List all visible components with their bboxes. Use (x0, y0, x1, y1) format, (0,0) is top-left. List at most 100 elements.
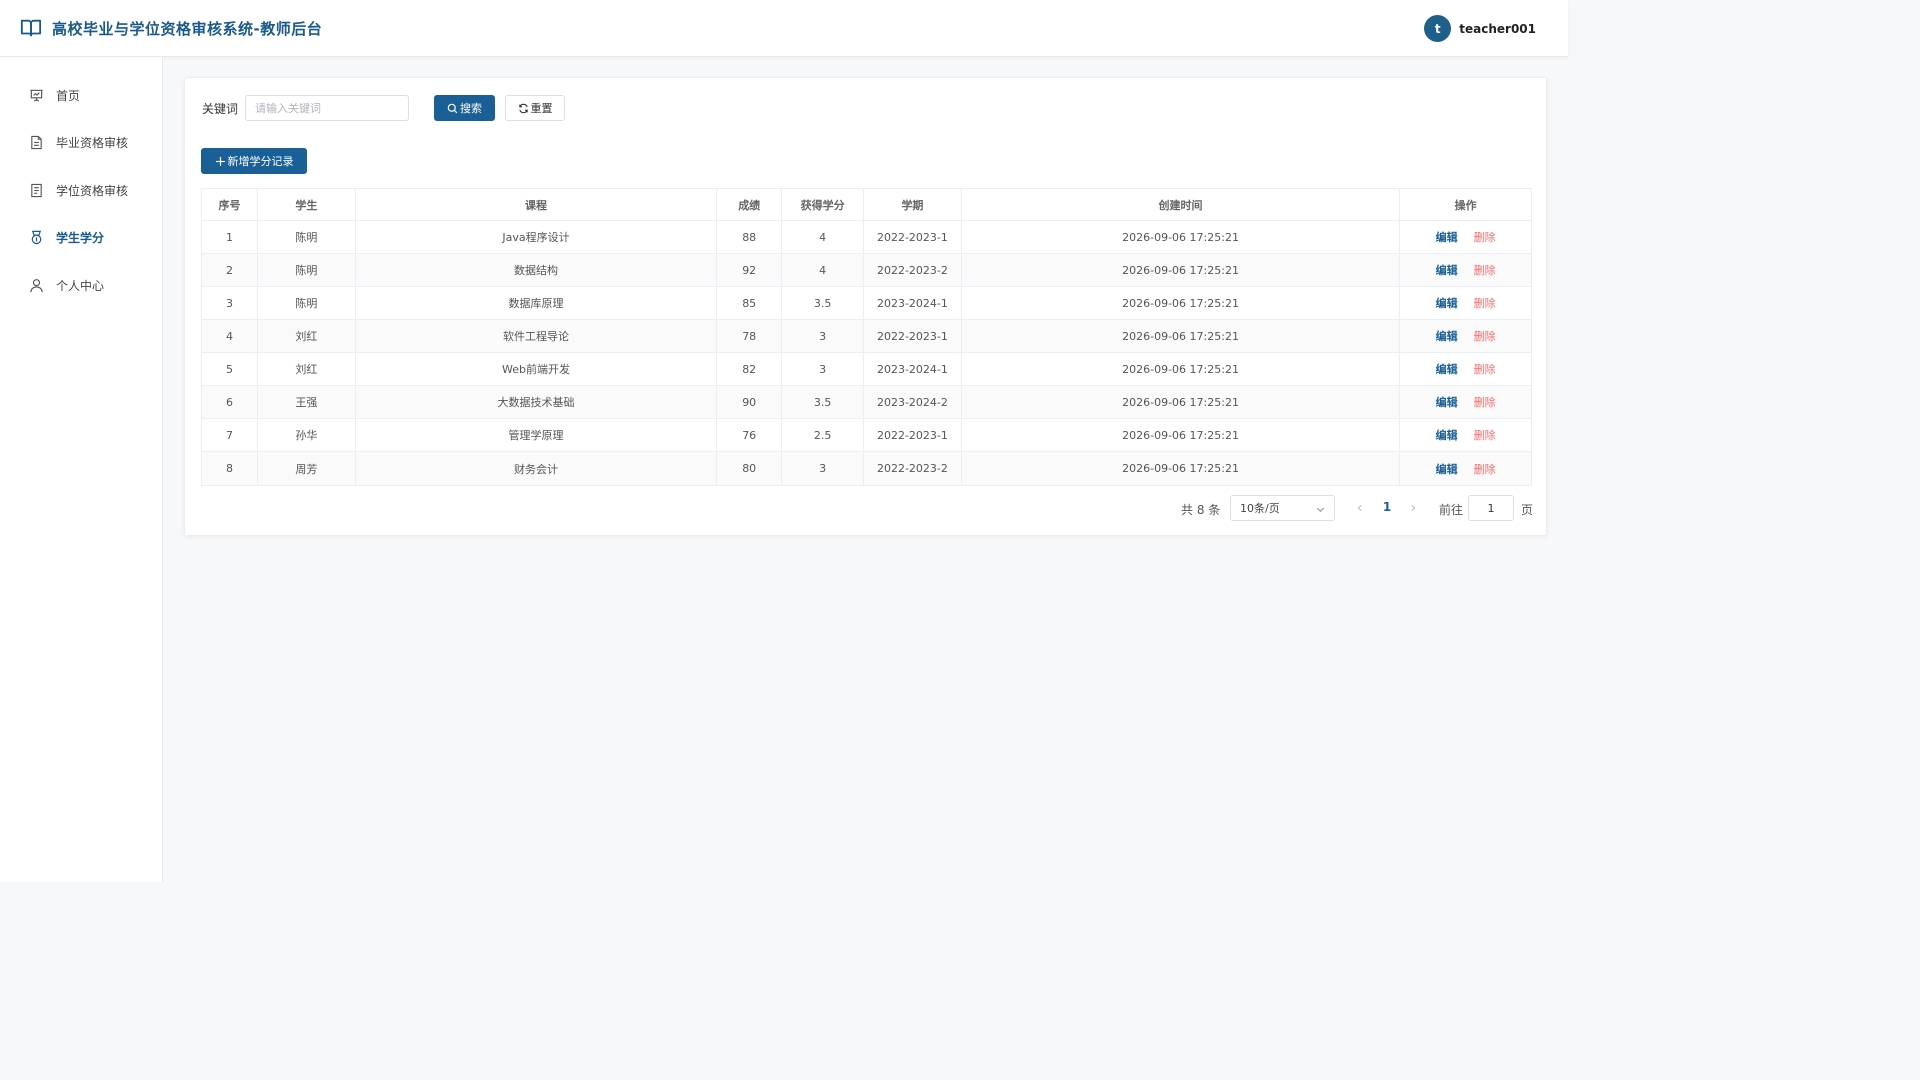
cell-score: 76 (717, 419, 783, 451)
medal-icon (31, 230, 42, 244)
delete-button[interactable]: 删除 (1474, 262, 1496, 278)
delete-button[interactable]: 删除 (1474, 361, 1496, 377)
edit-button[interactable]: 编辑 (1436, 461, 1458, 477)
delete-button[interactable]: 删除 (1474, 394, 1496, 410)
cell-score: 90 (717, 386, 783, 418)
cell-term: 2023-2024-2 (864, 386, 962, 418)
cell-no: 8 (202, 452, 258, 485)
goto-page-input[interactable] (1468, 495, 1514, 521)
edit-button[interactable]: 编辑 (1436, 394, 1458, 410)
delete-button[interactable]: 删除 (1474, 427, 1496, 443)
edit-button[interactable]: 编辑 (1436, 427, 1458, 443)
edit-button[interactable]: 编辑 (1436, 328, 1458, 344)
table-row: 8 周芳 财务会计 80 3 2022-2023-2 2026-09-06 17… (202, 452, 1531, 485)
user-menu[interactable]: t teacher001 (1424, 15, 1536, 42)
table-row: 1 陈明 Java程序设计 88 4 2022-2023-1 2026-09-0… (202, 221, 1531, 254)
username[interactable]: teacher001 (1459, 22, 1536, 36)
app-title: 高校毕业与学位资格审核系统-教师后台 (52, 19, 323, 38)
cell-term: 2023-2024-1 (864, 287, 962, 319)
add-button-label: 新增学分记录 (227, 155, 294, 168)
delete-button[interactable]: 删除 (1474, 295, 1496, 311)
keyword-input[interactable] (245, 95, 409, 121)
edit-button[interactable]: 编辑 (1436, 361, 1458, 377)
column-header: 获得学分 (782, 189, 865, 220)
search-icon (447, 103, 458, 113)
sidebar-item-graduation-review[interactable]: 毕业资格审核 (0, 120, 163, 164)
column-header: 创建时间 (962, 189, 1401, 220)
sidebar-item-label: 首页 (56, 88, 81, 103)
chevron-right-icon (1411, 504, 1416, 512)
delete-button[interactable]: 删除 (1474, 328, 1496, 344)
cell-credit: 3 (782, 353, 865, 385)
reset-button-label: 重置 (530, 102, 553, 115)
cell-term: 2023-2024-1 (864, 353, 962, 385)
cell-student: 陈明 (258, 287, 356, 319)
next-page-button[interactable] (1406, 500, 1420, 516)
chevron-down-icon (1316, 507, 1325, 513)
cell-course: 大数据技术基础 (356, 386, 718, 418)
cell-score: 92 (717, 254, 783, 286)
edit-button[interactable]: 编辑 (1436, 229, 1458, 245)
cell-no: 6 (202, 386, 258, 418)
cell-course: Java程序设计 (356, 221, 718, 253)
keyword-label: 关键词 (202, 102, 239, 116)
cell-actions: 编辑 删除 (1400, 221, 1531, 253)
document-list-icon (31, 183, 42, 197)
cell-actions: 编辑 删除 (1400, 254, 1531, 286)
cell-no: 5 (202, 353, 258, 385)
cell-course: 管理学原理 (356, 419, 718, 451)
cell-student: 王强 (258, 386, 356, 418)
cell-actions: 编辑 删除 (1400, 353, 1531, 385)
reset-button[interactable]: 重置 (505, 95, 565, 121)
delete-button[interactable]: 删除 (1474, 461, 1496, 477)
cell-term: 2022-2023-2 (864, 254, 962, 286)
book-icon (20, 19, 42, 37)
cell-created: 2026-09-06 17:25:21 (962, 353, 1401, 385)
cell-student: 陈明 (258, 254, 356, 286)
cell-student: 刘红 (258, 353, 356, 385)
plus-icon (215, 156, 225, 166)
avatar[interactable]: t (1424, 15, 1452, 42)
cell-credit: 3 (782, 452, 865, 485)
cell-student: 陈明 (258, 221, 356, 253)
edit-button[interactable]: 编辑 (1436, 262, 1458, 278)
sidebar-item-label: 学生学分 (56, 230, 105, 245)
table-row: 4 刘红 软件工程导论 78 3 2022-2023-1 2026-09-06 … (202, 320, 1531, 353)
table-row: 5 刘红 Web前端开发 82 3 2023-2024-1 2026-09-06… (202, 353, 1531, 386)
cell-term: 2022-2023-2 (864, 452, 962, 485)
cell-credit: 3.5 (782, 386, 865, 418)
cell-actions: 编辑 删除 (1400, 287, 1531, 319)
sidebar-item-profile[interactable]: 个人中心 (0, 263, 163, 307)
column-header: 成绩 (717, 189, 783, 220)
search-button-label: 搜索 (460, 102, 482, 115)
sidebar-item-degree-review[interactable]: 学位资格审核 (0, 168, 163, 212)
cell-term: 2022-2023-1 (864, 419, 962, 451)
column-header: 学生 (258, 189, 356, 220)
cell-actions: 编辑 删除 (1400, 386, 1531, 418)
cell-actions: 编辑 删除 (1400, 320, 1531, 352)
add-credit-record-button[interactable]: 新增学分记录 (201, 148, 307, 174)
cell-created: 2026-09-06 17:25:21 (962, 254, 1401, 286)
cell-student: 周芳 (258, 452, 356, 485)
cell-term: 2022-2023-1 (864, 221, 962, 253)
sidebar-item-student-credits[interactable]: 学生学分 (0, 215, 163, 259)
edit-button[interactable]: 编辑 (1436, 295, 1458, 311)
search-button[interactable]: 搜索 (434, 95, 495, 121)
column-header: 序号 (202, 189, 258, 220)
cell-actions: 编辑 删除 (1400, 419, 1531, 451)
prev-page-button[interactable] (1353, 500, 1367, 516)
content-card: 关键词 搜索 重置 新增学分记录 序号 学生 课程 成绩 获得学分 学期 创建时… (184, 77, 1547, 536)
cell-course: 数据结构 (356, 254, 718, 286)
cell-score: 80 (717, 452, 783, 485)
cell-no: 1 (202, 221, 258, 253)
page-size-select[interactable]: 10条/页 (1230, 495, 1335, 521)
column-header: 操作 (1454, 198, 1477, 212)
page-size-value: 10条/页 (1240, 502, 1280, 515)
column-header: 课程 (356, 189, 718, 220)
sidebar-item-home[interactable]: 首页 (0, 73, 163, 117)
page-number-1[interactable]: 1 (1380, 500, 1394, 514)
delete-button[interactable]: 删除 (1474, 229, 1496, 245)
cell-student: 刘红 (258, 320, 356, 352)
table-row: 7 孙华 管理学原理 76 2.5 2022-2023-1 2026-09-06… (202, 419, 1531, 452)
table-row: 3 陈明 数据库原理 85 3.5 2023-2024-1 2026-09-06… (202, 287, 1531, 320)
